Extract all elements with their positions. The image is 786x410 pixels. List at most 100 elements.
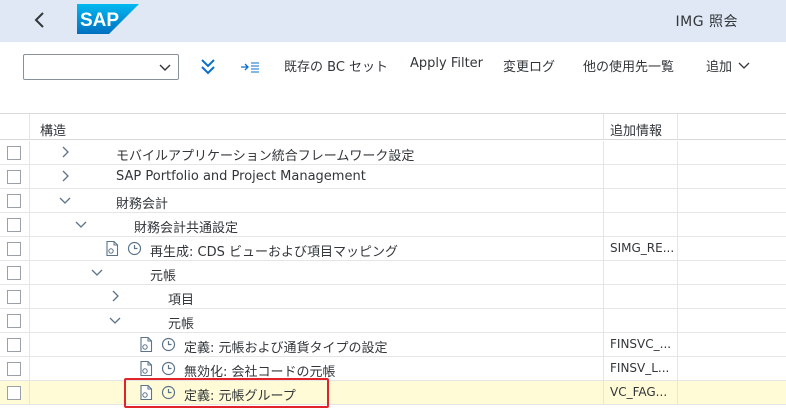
table-row[interactable]: SAP Portfolio and Project Management	[0, 165, 786, 189]
structure-cell: 定義: 元帳および通貨タイプの設定	[30, 333, 604, 356]
chevron-right-icon[interactable]	[58, 145, 72, 159]
row-checkbox[interactable]	[7, 338, 21, 352]
row-selector	[0, 213, 30, 236]
table-row[interactable]: 元帳	[0, 261, 786, 285]
info-text: FINSV_L...	[610, 361, 670, 375]
row-selector	[0, 237, 30, 260]
node-label[interactable]: 元帳	[168, 313, 194, 332]
clock-icon[interactable]	[161, 337, 176, 352]
node-label[interactable]: 無効化: 会社コードの元帳	[184, 361, 336, 380]
row-checkbox[interactable]	[7, 314, 21, 328]
clock-icon[interactable]	[161, 361, 176, 376]
info-cell: VC_FAG...	[604, 381, 678, 404]
row-checkbox[interactable]	[7, 146, 21, 160]
info-cell	[604, 213, 678, 236]
structure-cell: 項目	[30, 285, 604, 308]
document-icon[interactable]	[104, 240, 121, 257]
info-cell: FINSV_L...	[604, 357, 678, 380]
row-checkbox[interactable]	[7, 362, 21, 376]
clock-icon[interactable]	[127, 241, 142, 256]
chevron-right-icon[interactable]	[58, 169, 72, 183]
document-icon[interactable]	[138, 384, 155, 401]
back-icon	[34, 12, 44, 28]
indent-icon	[241, 62, 259, 73]
chevron-down-icon[interactable]	[58, 193, 72, 207]
structure-cell: 再生成: CDS ビューおよび項目マッピング	[30, 237, 604, 260]
sap-logo[interactable]: SAP	[77, 4, 139, 34]
row-checkbox[interactable]	[7, 386, 21, 400]
table-row[interactable]: 定義: 元帳および通貨タイプの設定 FINSVC_...	[0, 333, 786, 357]
row-checkbox[interactable]	[7, 242, 21, 256]
document-icon[interactable]	[138, 336, 155, 353]
row-selector	[0, 189, 30, 212]
info-cell	[604, 189, 678, 212]
row-selector	[0, 333, 30, 356]
row-checkbox[interactable]	[7, 266, 21, 280]
table-row-selected[interactable]: 定義: 元帳グループ VC_FAG...	[0, 381, 786, 405]
row-checkbox[interactable]	[7, 218, 21, 232]
table-header: 構造 追加情報	[0, 113, 786, 140]
img-tree-table: 構造 追加情報 モバイルアプリケーション統合フレームワーク設定 SAP Port…	[0, 113, 786, 410]
position-button[interactable]	[238, 54, 262, 80]
row-selector	[0, 165, 30, 188]
row-selector	[0, 141, 30, 164]
table-row[interactable]: 再生成: CDS ビューおよび項目マッピング SIMG_RE...	[0, 237, 786, 261]
structure-header-cell: 構造	[30, 114, 604, 139]
back-button[interactable]	[26, 6, 54, 34]
chevron-down-icon[interactable]	[90, 265, 104, 279]
row-checkbox[interactable]	[7, 170, 21, 184]
chevron-down-icon[interactable]	[108, 313, 122, 327]
change-log-button[interactable]: 変更ログ	[503, 56, 555, 75]
node-label[interactable]: 再生成: CDS ビューおよび項目マッピング	[150, 241, 398, 260]
add-menu-button[interactable]: 追加	[706, 56, 750, 75]
clock-icon[interactable]	[161, 385, 176, 400]
node-label[interactable]: モバイルアプリケーション統合フレームワーク設定	[116, 145, 414, 164]
node-label[interactable]: 財務会計	[116, 193, 168, 212]
table-row[interactable]: 財務会計	[0, 189, 786, 213]
table-row[interactable]: モバイルアプリケーション統合フレームワーク設定	[0, 141, 786, 165]
page-title: IMG 照会	[675, 14, 738, 30]
select-all-cell[interactable]	[0, 114, 30, 139]
structure-cell: 元帳	[30, 309, 604, 332]
chevron-right-icon[interactable]	[108, 289, 122, 303]
node-label[interactable]: 元帳	[150, 265, 176, 284]
info-cell: FINSVC_...	[604, 333, 678, 356]
shell-header: SAP IMG 照会	[0, 0, 786, 42]
info-text: SIMG_RE...	[610, 241, 675, 255]
variant-select[interactable]	[23, 54, 179, 80]
row-selector	[0, 381, 30, 404]
row-selector	[0, 261, 30, 284]
node-label[interactable]: 項目	[168, 289, 194, 308]
table-row[interactable]: 項目	[0, 285, 786, 309]
where-used-button[interactable]: 他の使用先一覧	[583, 56, 674, 75]
node-label[interactable]: 定義: 元帳グループ	[184, 385, 296, 404]
apply-filter-button[interactable]: Apply Filter	[410, 56, 483, 71]
row-checkbox[interactable]	[7, 290, 21, 304]
chevron-down-icon	[159, 64, 171, 71]
chevron-down-icon[interactable]	[74, 217, 88, 231]
row-selector	[0, 285, 30, 308]
node-label[interactable]: 定義: 元帳および通貨タイプの設定	[184, 337, 388, 356]
table-row[interactable]: 財務会計共通設定	[0, 213, 786, 237]
row-selector	[0, 309, 30, 332]
expand-all-button[interactable]	[197, 54, 219, 80]
info-cell	[604, 165, 678, 188]
structure-cell: 財務会計	[30, 189, 604, 212]
svg-text:SAP: SAP	[80, 10, 119, 31]
chevron-down-icon	[738, 62, 750, 69]
structure-cell: 財務会計共通設定	[30, 213, 604, 236]
node-label[interactable]: SAP Portfolio and Project Management	[116, 169, 366, 184]
info-text: VC_FAG...	[610, 385, 668, 399]
existing-bc-set-button[interactable]: 既存の BC セット	[284, 56, 388, 75]
structure-cell: モバイルアプリケーション統合フレームワーク設定	[30, 141, 604, 164]
document-icon[interactable]	[138, 360, 155, 377]
structure-cell: 元帳	[30, 261, 604, 284]
info-cell	[604, 141, 678, 164]
table-row[interactable]: 元帳	[0, 309, 786, 333]
table-row[interactable]: 無効化: 会社コードの元帳 FINSV_L...	[0, 357, 786, 381]
structure-cell: 無効化: 会社コードの元帳	[30, 357, 604, 380]
info-cell: SIMG_RE...	[604, 237, 678, 260]
row-checkbox[interactable]	[7, 194, 21, 208]
node-label[interactable]: 財務会計共通設定	[134, 217, 238, 236]
info-text: FINSVC_...	[610, 337, 672, 351]
